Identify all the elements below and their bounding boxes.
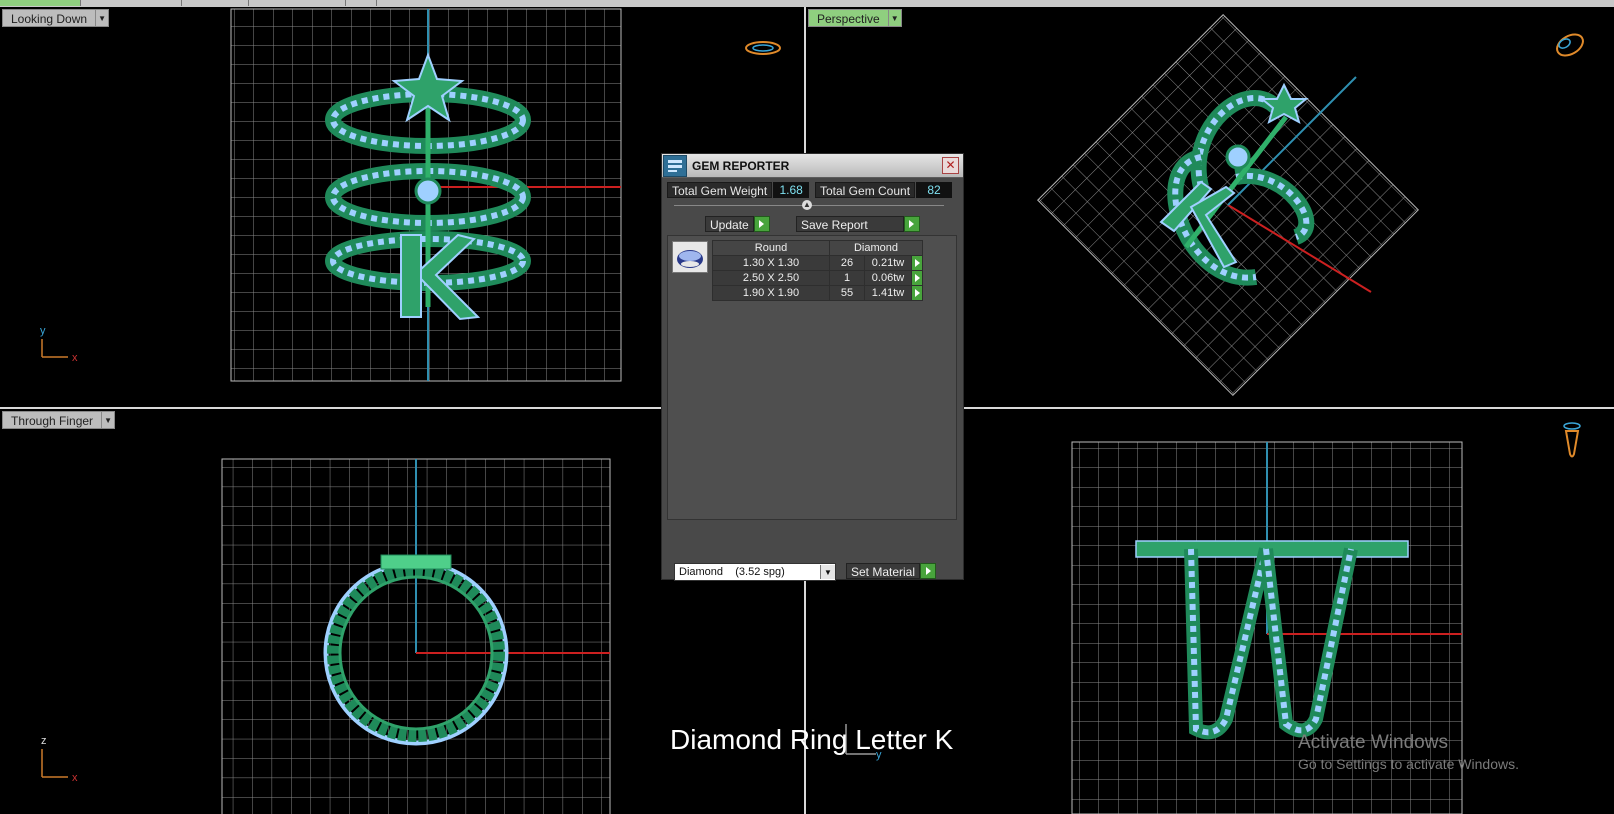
view-tab[interactable] (81, 0, 182, 6)
activate-windows-watermark: Activate Windows Go to Settings to activ… (1298, 732, 1519, 772)
viewport-view-selector[interactable]: Perspective ▼ (808, 9, 902, 27)
ring-orientation-icon[interactable] (1553, 30, 1586, 60)
gem-reporter-icon (663, 154, 687, 177)
play-arrow-icon (753, 216, 770, 232)
gem-size: 1.30 X 1.30 (712, 255, 830, 271)
viewport-label: Perspective (808, 9, 889, 27)
play-arrow-icon (903, 216, 920, 232)
gem-list: Round Diamond 1.30 X 1.30 26 0.21tw 2.50… (667, 235, 957, 520)
update-button-label: Update (705, 216, 754, 232)
column-header-material: Diamond (829, 240, 923, 256)
viewport-view-selector[interactable]: Through Finger ▼ (2, 411, 116, 429)
watermark-line-1: Activate Windows (1298, 732, 1448, 753)
total-gem-weight: Total Gem Weight 1.68 (667, 182, 810, 198)
axis-label-h: x (72, 772, 78, 784)
chevron-down-icon[interactable]: ▼ (888, 9, 902, 27)
caption-text: Diamond Ring Letter K (670, 724, 954, 755)
select-row-arrow-icon[interactable] (911, 255, 923, 271)
table-row[interactable]: 1.90 X 1.90 55 1.41tw (712, 285, 923, 301)
gem-size: 1.90 X 1.90 (712, 285, 830, 301)
dialog-title-bar[interactable]: GEM REPORTER ✕ (662, 154, 963, 177)
dialog-title: GEM REPORTER (692, 158, 790, 173)
total-gem-count: Total Gem Count 82 (815, 182, 953, 198)
chevron-down-icon[interactable]: ▼ (820, 565, 835, 579)
axis-label-v: z (41, 735, 47, 747)
view-tab[interactable] (346, 0, 377, 6)
gem-weight: 0.21tw (864, 255, 912, 271)
ring-orientation-icon[interactable] (1563, 422, 1581, 458)
gem-weight: 0.06tw (864, 270, 912, 286)
viewport-view-selector[interactable]: Looking Down ▼ (2, 9, 110, 27)
select-row-arrow-icon[interactable] (911, 285, 923, 301)
column-header-shape: Round (712, 240, 830, 256)
viewport-label: Looking Down (2, 9, 97, 27)
axis-triad (41, 339, 68, 358)
gem-count: 55 (829, 285, 865, 301)
material-select-value: Diamond (3.52 spg) (679, 566, 785, 578)
material-select[interactable]: Diamond (3.52 spg) ▼ (674, 563, 836, 581)
update-button[interactable]: Update (705, 216, 770, 232)
gem-table: Round Diamond 1.30 X 1.30 26 0.21tw 2.50… (712, 240, 923, 301)
axis-label-h: x (72, 352, 78, 364)
view-tab-strip (0, 0, 1614, 7)
gem-weight: 1.41tw (864, 285, 912, 301)
set-material-button[interactable]: Set Material (846, 563, 937, 579)
set-material-button-label: Set Material (846, 563, 921, 579)
view-tab[interactable] (182, 0, 249, 6)
chevron-down-icon[interactable]: ▼ (102, 411, 116, 429)
viewport-label: Through Finger (2, 411, 103, 429)
gem-count: 1 (829, 270, 865, 286)
play-arrow-icon (920, 563, 937, 579)
gem-reporter-dialog: GEM REPORTER ✕ Total Gem Weight 1.68 Tot… (661, 153, 964, 581)
round-gem-icon[interactable] (672, 241, 708, 273)
chevron-down-icon[interactable]: ▼ (96, 9, 110, 27)
total-gem-count-label: Total Gem Count (815, 182, 916, 198)
view-tab[interactable] (0, 0, 81, 6)
save-report-button[interactable]: Save Report (796, 216, 920, 232)
save-report-button-label: Save Report (796, 216, 904, 232)
select-row-arrow-icon[interactable] (911, 270, 923, 286)
gem-size: 2.50 X 2.50 (712, 270, 830, 286)
view-tab[interactable] (249, 0, 346, 6)
total-gem-weight-value: 1.68 (773, 182, 810, 198)
table-row[interactable]: 2.50 X 2.50 1 0.06tw (712, 270, 923, 286)
collapse-icon[interactable]: ▲ (802, 200, 812, 210)
close-icon[interactable]: ✕ (942, 157, 959, 174)
axis-triad (41, 749, 68, 778)
watermark-line-2: Go to Settings to activate Windows. (1298, 756, 1519, 772)
axis-label-v: y (40, 325, 46, 337)
gem-count: 26 (829, 255, 865, 271)
ring-orientation-icon[interactable] (745, 41, 781, 55)
dialog-body: Total Gem Weight 1.68 Total Gem Count 82… (662, 178, 963, 581)
table-row[interactable]: 1.30 X 1.30 26 0.21tw (712, 255, 923, 271)
total-gem-weight-label: Total Gem Weight (667, 182, 773, 198)
total-gem-count-value: 82 (916, 182, 953, 198)
